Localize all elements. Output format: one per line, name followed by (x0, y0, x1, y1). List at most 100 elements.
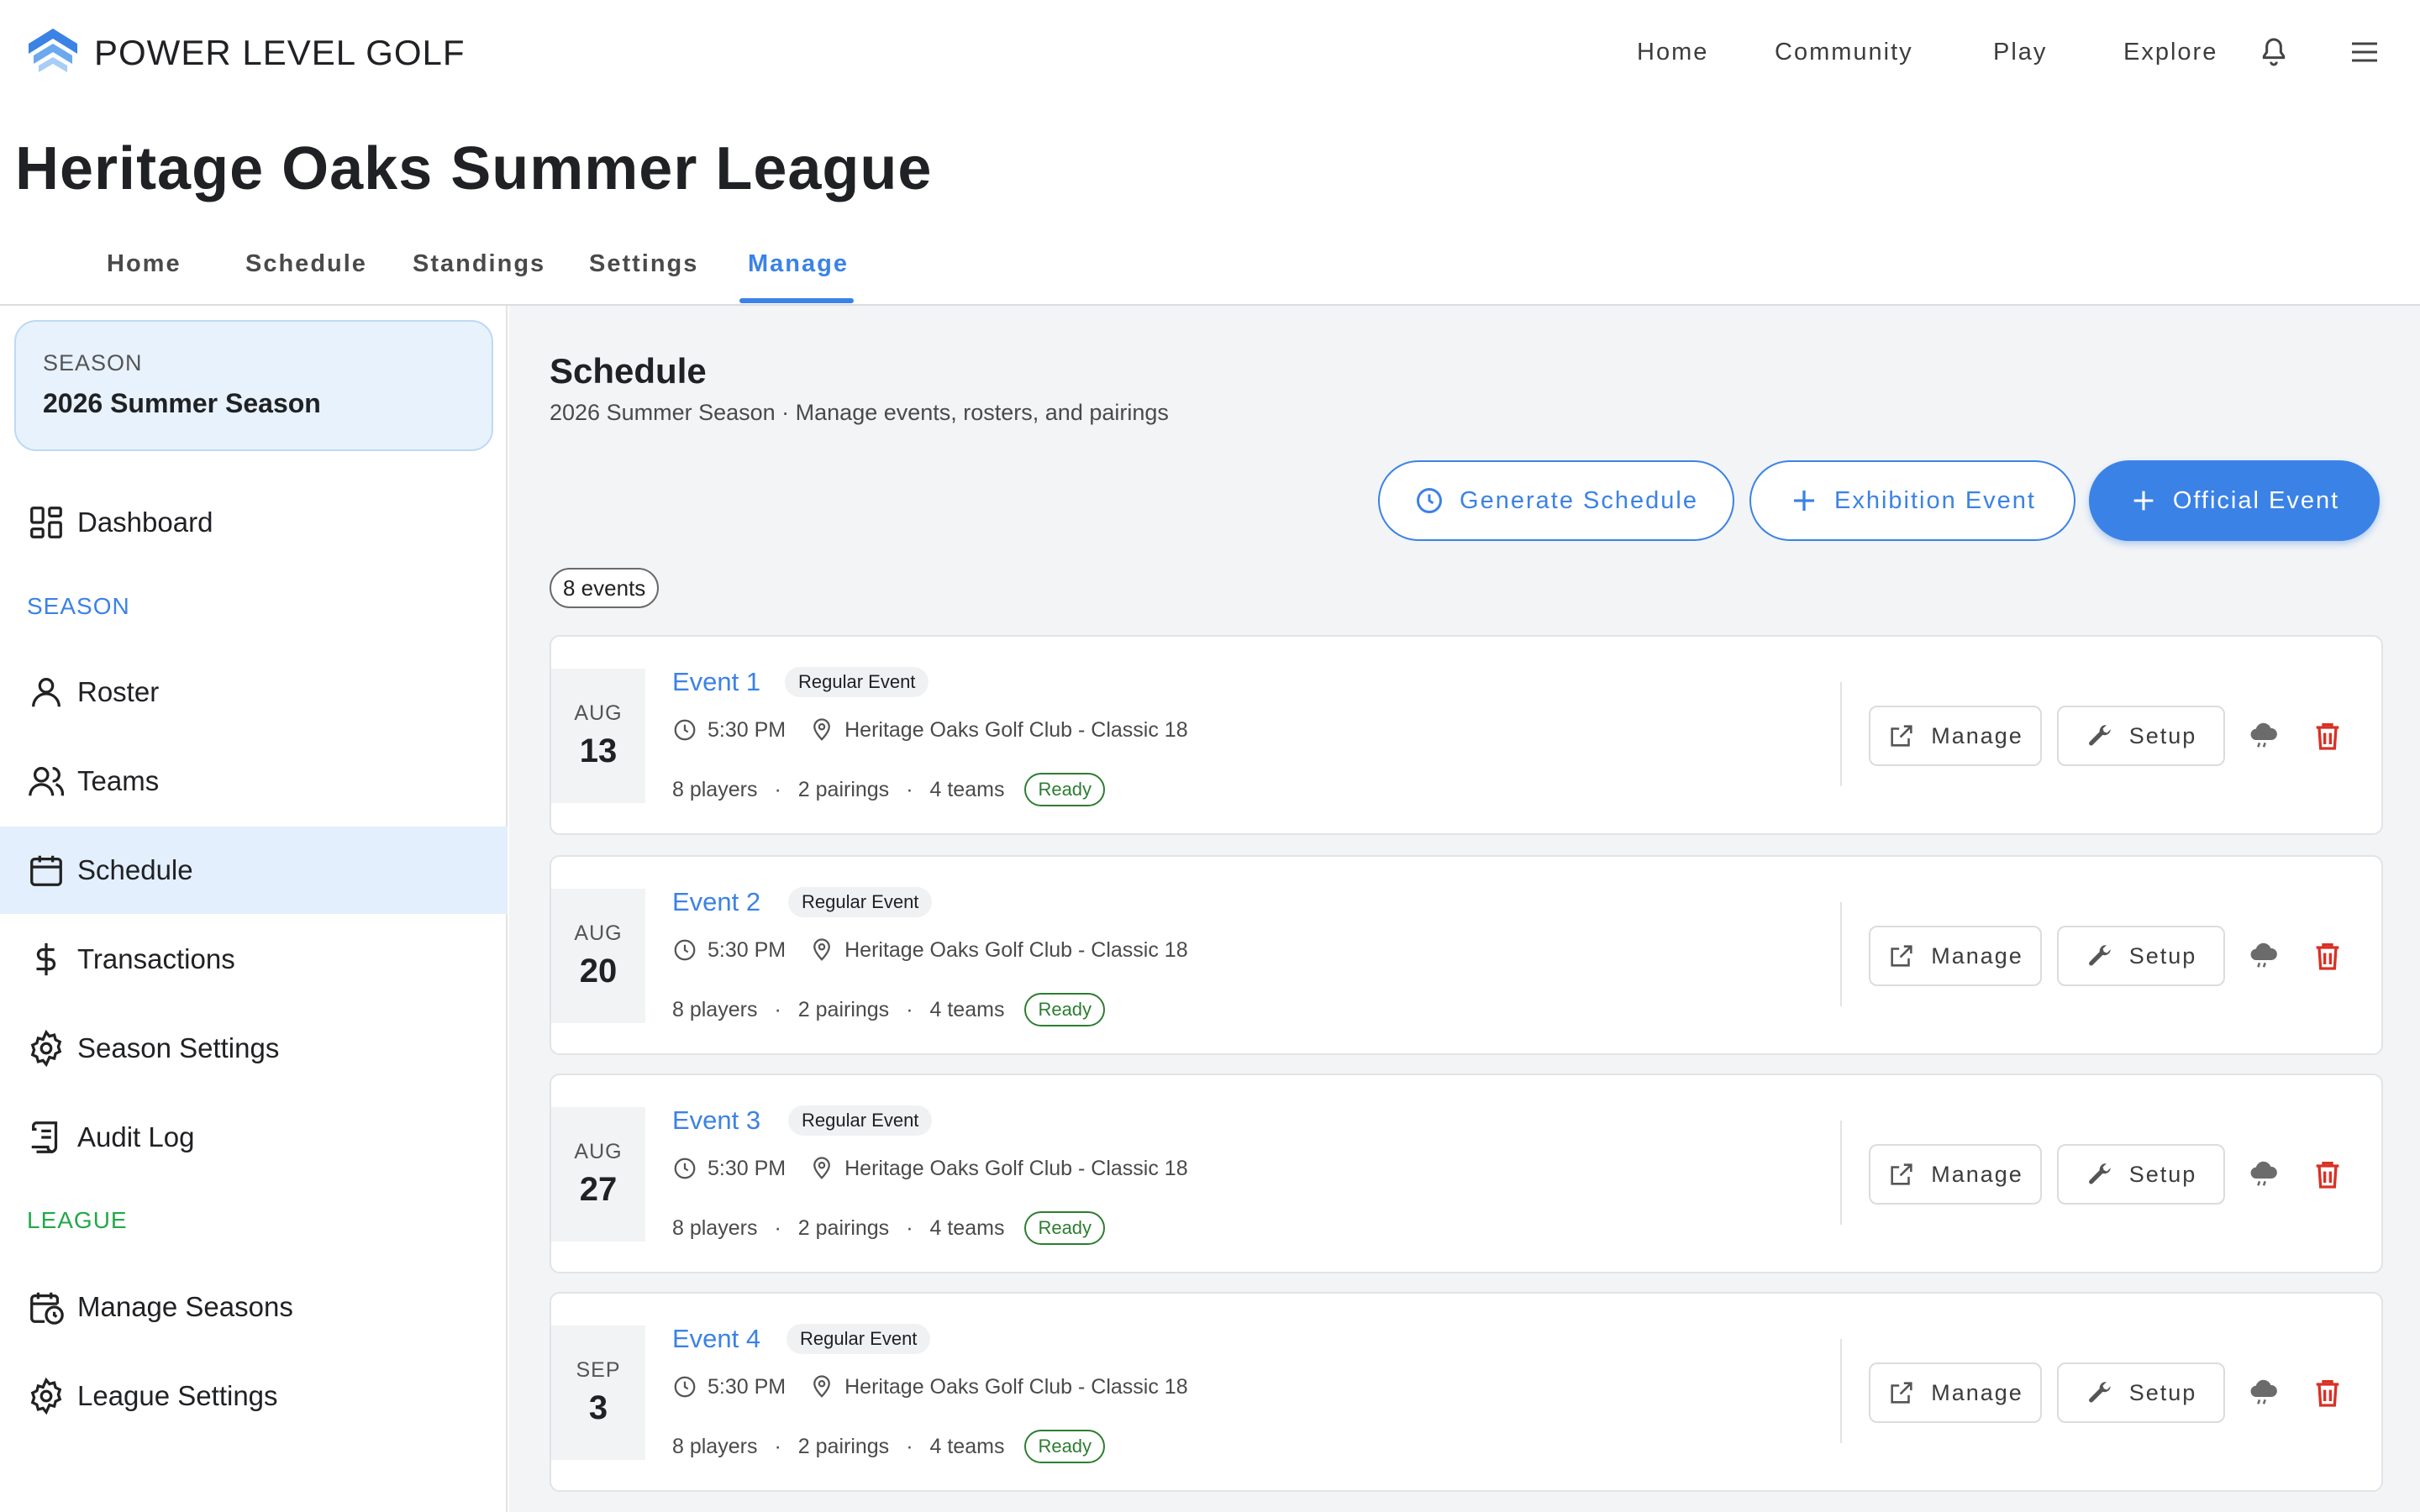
event-location: Heritage Oaks Golf Club - Classic 18 (844, 717, 1188, 742)
event-stats: 8 players · 2 pairings · 4 teams Ready (672, 1430, 1106, 1463)
tab-manage[interactable]: Manage (748, 250, 849, 278)
event-month: AUG (574, 1140, 623, 1163)
sidebar-item-dashboard[interactable]: Dashboard (0, 479, 508, 566)
official-event-button[interactable]: Official Event (2089, 460, 2380, 541)
separator-dot: · (906, 997, 913, 1021)
sidebar-item-label: Teams (77, 765, 160, 796)
separator-dot: · (906, 1434, 913, 1458)
clock-icon (1417, 488, 1443, 513)
season-card-label: SEASON (43, 350, 143, 375)
setup-event-button[interactable]: Setup (2057, 706, 2225, 766)
rain-cloud-icon[interactable] (2247, 939, 2281, 973)
divider (1840, 1339, 1842, 1443)
tab-home[interactable]: Home (107, 250, 182, 278)
tab-standings[interactable]: Standings (413, 250, 545, 278)
event-month: SEP (576, 1358, 621, 1382)
event-day: 27 (579, 1171, 618, 1208)
season-selector[interactable]: SEASON 2026 Summer Season (14, 320, 493, 451)
event-teams: 4 teams (929, 997, 1005, 1021)
brand-logo[interactable]: POWER LEVEL GOLF (25, 25, 466, 81)
event-name-link[interactable]: Event 4 (672, 1324, 760, 1354)
plus-icon (2133, 491, 2154, 511)
delete-icon[interactable] (2311, 1376, 2344, 1410)
group-icon (29, 767, 65, 796)
manage-event-button[interactable]: Manage (1869, 1362, 2042, 1423)
event-name-link[interactable]: Event 1 (672, 667, 760, 697)
sidebar-item-transactions[interactable]: Transactions (0, 916, 508, 1003)
official-event-label: Official Event (2172, 486, 2340, 514)
menu-icon[interactable] (2348, 35, 2381, 69)
topnav-home[interactable]: Home (1637, 39, 1708, 66)
manage-event-button[interactable]: Manage (1869, 1144, 2042, 1205)
sidebar-item-league-settings[interactable]: League Settings (0, 1352, 508, 1440)
event-card[interactable]: AUG 13 Event 1 Regular Event 5:30 PM Her… (550, 635, 2383, 835)
delete-icon[interactable] (2311, 939, 2344, 973)
event-stats: 8 players · 2 pairings · 4 teams Ready (672, 993, 1106, 1026)
sidebar-item-season-settings[interactable]: Season Settings (0, 1005, 508, 1092)
topnav-play[interactable]: Play (1993, 39, 2047, 66)
event-name-link[interactable]: Event 2 (672, 887, 760, 917)
sidebar-item-manage-seasons[interactable]: Manage Seasons (0, 1263, 508, 1351)
event-teams: 4 teams (929, 1215, 1005, 1240)
generate-schedule-button[interactable]: Generate Schedule (1378, 460, 1734, 541)
scroll-icon (31, 1121, 58, 1153)
event-players: 8 players (672, 777, 758, 801)
status-badge: Ready (1024, 1211, 1106, 1245)
location-pin-icon (813, 1157, 830, 1179)
event-card[interactable]: SEP 3 Event 4 Regular Event 5:30 PM Heri… (550, 1292, 2383, 1492)
manage-event-button[interactable]: Manage (1869, 706, 2042, 766)
event-pairings: 2 pairings (797, 1215, 890, 1240)
sidebar-item-label: Roster (77, 676, 160, 707)
event-card[interactable]: AUG 20 Event 2 Regular Event 5:30 PM Her… (550, 855, 2383, 1055)
sidebar-item-schedule[interactable]: Schedule (0, 827, 508, 914)
event-pairings: 2 pairings (797, 1434, 890, 1458)
event-teams: 4 teams (929, 777, 1005, 801)
rain-cloud-icon[interactable] (2247, 719, 2281, 753)
delete-icon[interactable] (2311, 719, 2344, 753)
plus-icon (1794, 491, 1815, 511)
exhibition-event-label: Exhibition Event (1834, 486, 2036, 514)
gear-icon (30, 1377, 62, 1415)
event-card[interactable]: AUG 27 Event 3 Regular Event 5:30 PM Her… (550, 1074, 2383, 1273)
delete-icon[interactable] (2311, 1158, 2344, 1191)
exhibition-event-button[interactable]: Exhibition Event (1749, 460, 2075, 541)
setup-event-button[interactable]: Setup (2057, 1144, 2225, 1205)
rain-cloud-icon[interactable] (2247, 1158, 2281, 1191)
separator-dot: · (774, 997, 781, 1021)
page-title: Heritage Oaks Summer League (15, 135, 933, 202)
location-pin-icon (813, 938, 830, 961)
event-date: AUG 27 (551, 1107, 645, 1242)
tab-settings[interactable]: Settings (589, 250, 698, 278)
open-external-icon (1891, 1163, 1912, 1185)
bell-icon[interactable] (2257, 35, 2291, 69)
tab-schedule[interactable]: Schedule (245, 250, 367, 278)
sidebar-item-roster[interactable]: Roster (0, 648, 508, 736)
topnav-community[interactable]: Community (1775, 39, 1913, 66)
event-day: 3 (588, 1389, 608, 1426)
manage-label: Manage (1931, 722, 2023, 748)
topnav-explore[interactable]: Explore (2123, 39, 2217, 66)
event-month: AUG (574, 921, 623, 945)
event-type-tag: Regular Event (788, 1105, 933, 1136)
event-date: AUG 20 (551, 889, 645, 1023)
rain-cloud-icon[interactable] (2247, 1376, 2281, 1410)
setup-event-button[interactable]: Setup (2057, 926, 2225, 986)
separator-dot: · (906, 777, 913, 801)
open-external-icon (1891, 725, 1912, 747)
setup-label: Setup (2128, 1379, 2197, 1405)
clock-icon (674, 1376, 696, 1398)
manage-event-button[interactable]: Manage (1869, 926, 2042, 986)
wrench-icon (2088, 725, 2111, 746)
event-type-tag: Regular Event (788, 887, 933, 917)
sidebar: SEASON 2026 Summer Season Dashboard SEAS… (0, 306, 508, 1512)
sidebar-item-audit-log[interactable]: Audit Log (0, 1094, 508, 1181)
setup-label: Setup (2128, 722, 2197, 748)
event-type-tag: Regular Event (786, 1324, 931, 1354)
clock-icon (674, 1158, 696, 1179)
clock-icon (674, 719, 696, 741)
section-subtitle: 2026 Summer Season · Manage events, rost… (550, 400, 1169, 425)
dollar-icon (36, 942, 56, 976)
sidebar-item-teams[interactable]: Teams (0, 738, 508, 825)
event-name-link[interactable]: Event 3 (672, 1105, 760, 1136)
setup-event-button[interactable]: Setup (2057, 1362, 2225, 1423)
